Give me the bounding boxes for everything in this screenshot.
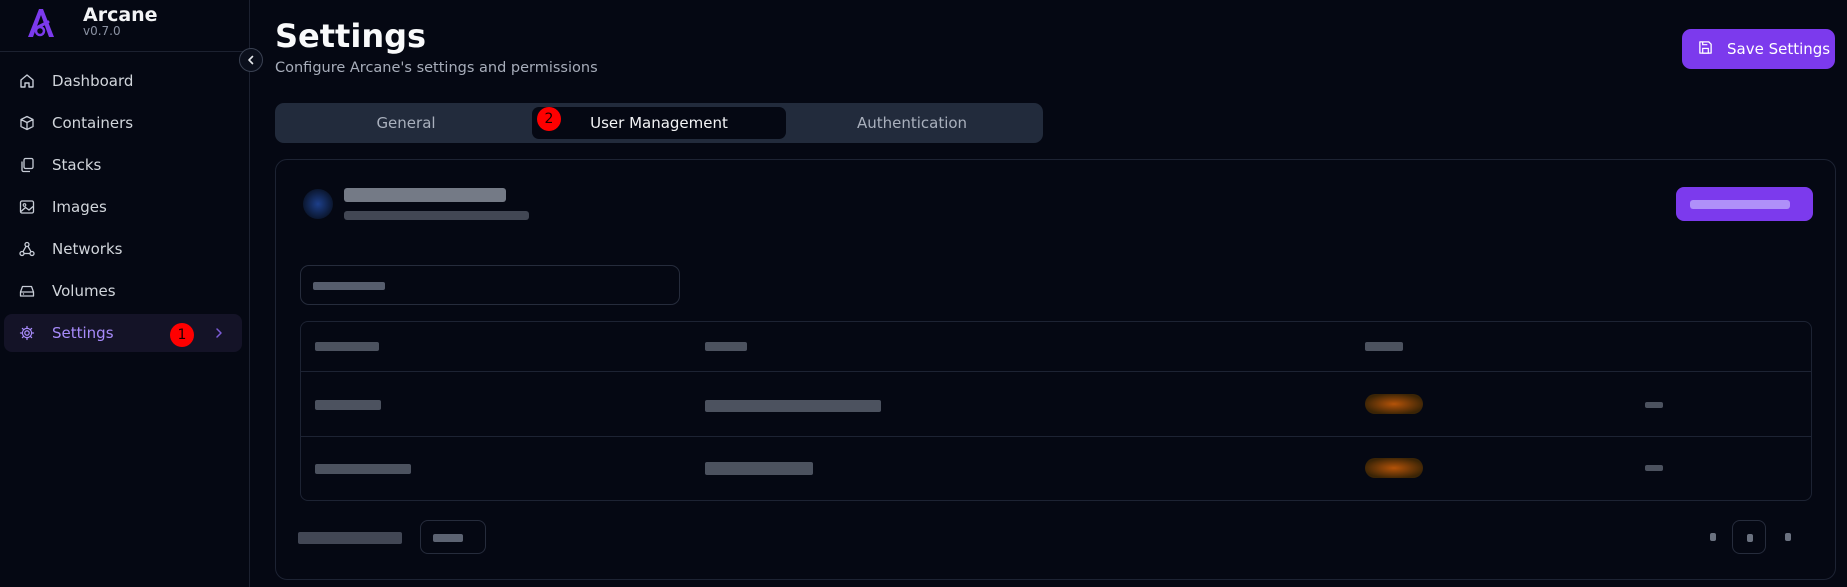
save-settings-button[interactable]: Save Settings: [1682, 29, 1835, 69]
previous-page-button[interactable]: [1696, 520, 1730, 554]
brand-header: Arcane v0.7.0: [0, 0, 250, 52]
search-input[interactable]: [300, 265, 680, 305]
sidebar-item-images[interactable]: Images: [4, 188, 242, 226]
sidebar-item-dashboard[interactable]: Dashboard: [4, 62, 242, 100]
sidebar-item-label: Dashboard: [52, 72, 134, 90]
app-name: Arcane: [83, 4, 158, 26]
copy-icon: [18, 156, 36, 174]
gear-icon: [18, 324, 36, 342]
column-header: [705, 342, 747, 351]
hard-drive-icon: [18, 282, 36, 300]
page-number-redacted: [1747, 534, 1753, 542]
save-settings-label: Save Settings: [1727, 40, 1831, 58]
table-cell: [705, 462, 813, 475]
card-title-redacted: [344, 188, 506, 202]
rows-per-page-select[interactable]: [420, 520, 486, 554]
page-button-current[interactable]: [1732, 520, 1766, 554]
sidebar-collapse-button[interactable]: [239, 48, 263, 72]
sidebar-item-settings[interactable]: Settings: [4, 314, 242, 352]
table-header-row: [301, 322, 1811, 372]
users-icon: [303, 189, 333, 219]
table-row[interactable]: [301, 437, 1811, 500]
sidebar-item-label: Settings: [52, 324, 114, 342]
arcane-logo-icon: [28, 9, 54, 37]
chevron-left-icon: [1710, 533, 1716, 541]
sidebar: Arcane v0.7.0 Dashboard Containers Stack…: [0, 0, 263, 587]
column-header: [315, 342, 379, 351]
sidebar-item-label: Containers: [52, 114, 134, 132]
sidebar-item-networks[interactable]: Networks: [4, 230, 242, 268]
chevron-left-icon: [248, 55, 254, 65]
box-icon: [18, 114, 36, 132]
role-badge: [1365, 394, 1423, 414]
rows-per-page-value-redacted: [433, 534, 463, 542]
card-subtitle-redacted: [344, 211, 529, 220]
app-version: v0.7.0: [83, 24, 121, 38]
table-cell: [315, 464, 411, 474]
column-header: [1365, 342, 1403, 351]
tab-authentication[interactable]: Authentication: [785, 107, 1039, 139]
chevron-right-icon: [1785, 533, 1791, 541]
save-icon: [1698, 40, 1713, 59]
sidebar-item-label: Networks: [52, 240, 123, 258]
page-title: Settings: [275, 17, 427, 55]
network-icon: [18, 240, 36, 258]
role-badge: [1365, 458, 1423, 478]
tab-user-management[interactable]: User Management: [532, 107, 786, 139]
search-placeholder-redacted: [313, 282, 385, 290]
row-actions-button[interactable]: [1645, 465, 1663, 471]
sidebar-item-label: Volumes: [52, 282, 116, 300]
card-action-label-redacted: [1690, 200, 1790, 209]
table-cell: [705, 400, 881, 412]
sidebar-nav: Dashboard Containers Stacks Images Netwo…: [4, 62, 242, 356]
annotation-marker-1: 1: [170, 323, 194, 347]
annotation-marker-2: 2: [537, 107, 561, 131]
sidebar-item-containers[interactable]: Containers: [4, 104, 242, 142]
user-management-card: [275, 159, 1836, 580]
image-icon: [18, 198, 36, 216]
sidebar-item-label: Images: [52, 198, 107, 216]
tab-general[interactable]: General: [279, 107, 533, 139]
table-cell: [315, 400, 381, 410]
users-table: [300, 321, 1812, 501]
sidebar-item-volumes[interactable]: Volumes: [4, 272, 242, 310]
settings-tabs: General User Management Authentication: [275, 103, 1043, 143]
home-icon: [18, 72, 36, 90]
sidebar-item-stacks[interactable]: Stacks: [4, 146, 242, 184]
page-subtitle: Configure Arcane's settings and permissi…: [275, 60, 598, 76]
row-actions-button[interactable]: [1645, 402, 1663, 408]
sidebar-item-label: Stacks: [52, 156, 102, 174]
table-row[interactable]: [301, 372, 1811, 437]
chevron-right-icon: [212, 325, 226, 344]
rows-per-page-label-redacted: [298, 532, 402, 544]
next-page-button[interactable]: [1771, 520, 1805, 554]
